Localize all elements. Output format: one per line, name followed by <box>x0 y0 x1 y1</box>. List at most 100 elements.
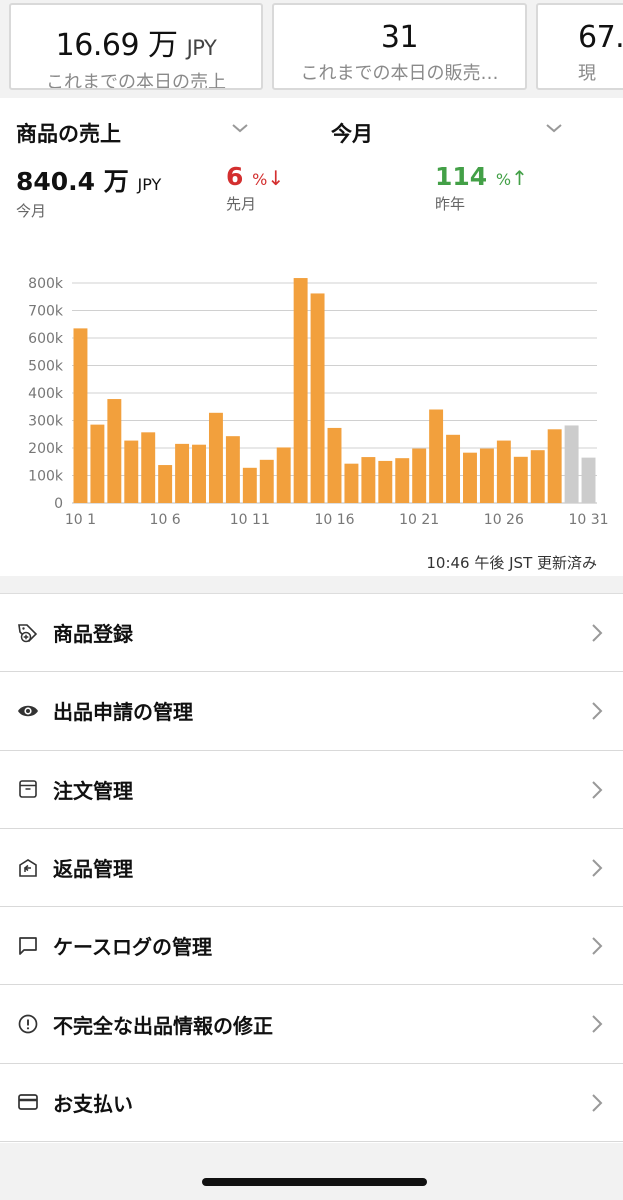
kpi-label: これまでの本日の販売… <box>300 63 499 84</box>
section-divider <box>0 576 623 594</box>
bar-10-8[interactable] <box>192 444 206 503</box>
bottom-safe-area <box>0 1143 623 1200</box>
bar-10-9[interactable] <box>208 412 223 503</box>
y-tick-label: 800k <box>28 276 64 292</box>
kpi-label: これまでの本日の売上 <box>46 72 226 90</box>
arrow-up-icon: ↑ <box>511 166 528 190</box>
bar-10-1[interactable] <box>73 328 88 503</box>
chevron-right-icon <box>592 1015 603 1034</box>
x-tick-label: 10 6 <box>150 512 181 528</box>
updated-timestamp: 10:46 午後 JST 更新済み <box>426 554 597 572</box>
bar-10-5[interactable] <box>141 432 156 503</box>
metric-vs-last-month: 6 %↓ 先月 <box>226 162 285 213</box>
bar-10-26[interactable] <box>496 440 511 503</box>
menu-item-case-log[interactable]: ケースログの管理 <box>0 907 623 986</box>
menu-item-listing-requests[interactable]: 出品申請の管理 <box>0 672 623 751</box>
kpi-value: 31 <box>380 20 419 55</box>
menu-item-payments[interactable]: お支払い <box>0 1063 623 1143</box>
bar-10-6[interactable] <box>158 465 173 503</box>
y-tick-label: 500k <box>28 359 64 375</box>
menu-item-order-management[interactable]: 注文管理 <box>0 750 623 829</box>
chevron-right-icon <box>592 780 603 799</box>
sales-panel: 商品の売上 今月 840.4 万 JPY 今月 6 %↓ 先月 114 %↑ 昨… <box>0 98 623 576</box>
chat-bubble-icon <box>17 935 39 957</box>
bar-10-4[interactable] <box>124 440 139 503</box>
kpi-strip: 16.69 万 JPY これまでの本日の売上 31 これまでの本日の販売… 67… <box>0 0 623 98</box>
x-tick-label: 10 1 <box>65 512 96 528</box>
metric-total: 840.4 万 JPY 今月 <box>16 167 162 220</box>
eye-icon <box>17 700 39 722</box>
y-tick-label: 400k <box>28 386 64 402</box>
bar-10-28[interactable] <box>530 450 545 503</box>
kpi-value: 67. <box>578 20 623 55</box>
period-selector[interactable]: 今月 <box>331 118 373 148</box>
x-tick-label: 10 21 <box>399 512 439 528</box>
bar-10-10[interactable] <box>225 436 240 503</box>
bar-10-18[interactable] <box>361 457 376 503</box>
chevron-right-icon <box>592 937 603 955</box>
y-tick-label: 700k <box>28 304 64 320</box>
bar-10-20[interactable] <box>395 458 410 503</box>
bar-10-11[interactable] <box>242 467 257 503</box>
bar-10-19[interactable] <box>378 460 393 503</box>
bar-10-12[interactable] <box>259 459 274 503</box>
bar-10-27[interactable] <box>513 456 528 503</box>
menu-item-label: ケースログの管理 <box>53 935 212 960</box>
bar-10-30[interactable] <box>564 425 579 503</box>
bar-10-13[interactable] <box>276 447 291 503</box>
menu-item-label: お支払い <box>53 1091 133 1116</box>
sales-bar-chart: 0 100k 200k 300k 400k 500k 600k 700k 800k 10 1 10 … <box>28 276 608 528</box>
bar-10-14[interactable] <box>293 278 308 503</box>
return-box-icon <box>17 857 39 879</box>
x-tick-label: 10 31 <box>568 512 608 528</box>
kpi-value: 16.69 万 JPY <box>55 28 217 63</box>
tag-add-icon <box>17 622 39 644</box>
bar-10-2[interactable] <box>90 424 105 503</box>
bar-10-21[interactable] <box>412 448 427 503</box>
bar-10-22[interactable] <box>429 409 444 504</box>
kpi-card-today-sales[interactable]: 16.69 万 JPY これまでの本日の売上 <box>9 3 263 90</box>
bar-10-16[interactable] <box>327 427 342 503</box>
bar-10-31[interactable] <box>581 457 596 503</box>
bar-10-29[interactable] <box>547 429 562 503</box>
metric-selector[interactable]: 商品の売上 <box>16 118 121 148</box>
menu-list: 商品登録 出品申請の管理 注文管理 返品管理 ケースログの管理 不完全な出品情報 <box>0 594 623 1143</box>
home-indicator[interactable] <box>202 1178 427 1186</box>
bar-10-15[interactable] <box>310 293 325 503</box>
y-tick-label: 0 <box>54 496 63 512</box>
bar-10-7[interactable] <box>175 443 190 503</box>
box-icon <box>17 778 39 800</box>
menu-item-return-management[interactable]: 返品管理 <box>0 828 623 908</box>
bar-10-3[interactable] <box>107 399 122 503</box>
menu-item-label: 商品登録 <box>53 622 133 647</box>
x-tick-label: 10 26 <box>484 512 524 528</box>
credit-card-icon <box>17 1091 39 1113</box>
y-tick-label: 600k <box>28 331 64 347</box>
chevron-down-icon[interactable] <box>544 118 564 138</box>
arrow-down-icon: ↓ <box>267 166 285 190</box>
bar-10-17[interactable] <box>344 463 359 503</box>
chevron-right-icon <box>592 624 603 642</box>
y-tick-label: 200k <box>28 441 64 457</box>
menu-item-fix-incomplete-listings[interactable]: 不完全な出品情報の修正 <box>0 985 623 1064</box>
chevron-right-icon <box>592 859 603 877</box>
menu-item-product-registration[interactable]: 商品登録 <box>0 594 623 673</box>
bar-10-25[interactable] <box>479 448 494 503</box>
alert-circle-icon <box>17 1013 39 1035</box>
kpi-card-today-units[interactable]: 31 これまでの本日の販売… <box>272 3 527 90</box>
chevron-down-icon[interactable] <box>230 118 250 138</box>
y-tick-label: 300k <box>28 414 64 430</box>
bar-10-23[interactable] <box>446 434 461 503</box>
menu-item-label: 不完全な出品情報の修正 <box>53 1013 273 1038</box>
bar-10-24[interactable] <box>463 452 477 503</box>
metric-vs-last-year: 114 %↑ 昨年 <box>435 162 528 213</box>
chevron-right-icon <box>592 1094 603 1112</box>
x-tick-label: 10 16 <box>314 512 354 528</box>
menu-item-label: 返品管理 <box>53 857 133 882</box>
kpi-label: 現 <box>578 63 596 84</box>
menu-item-label: 出品申請の管理 <box>53 700 193 725</box>
kpi-card-third[interactable]: 67. 現 <box>536 3 623 90</box>
x-tick-label: 10 11 <box>230 512 270 528</box>
y-tick-label: 100k <box>28 469 64 485</box>
menu-item-label: 注文管理 <box>53 778 133 803</box>
